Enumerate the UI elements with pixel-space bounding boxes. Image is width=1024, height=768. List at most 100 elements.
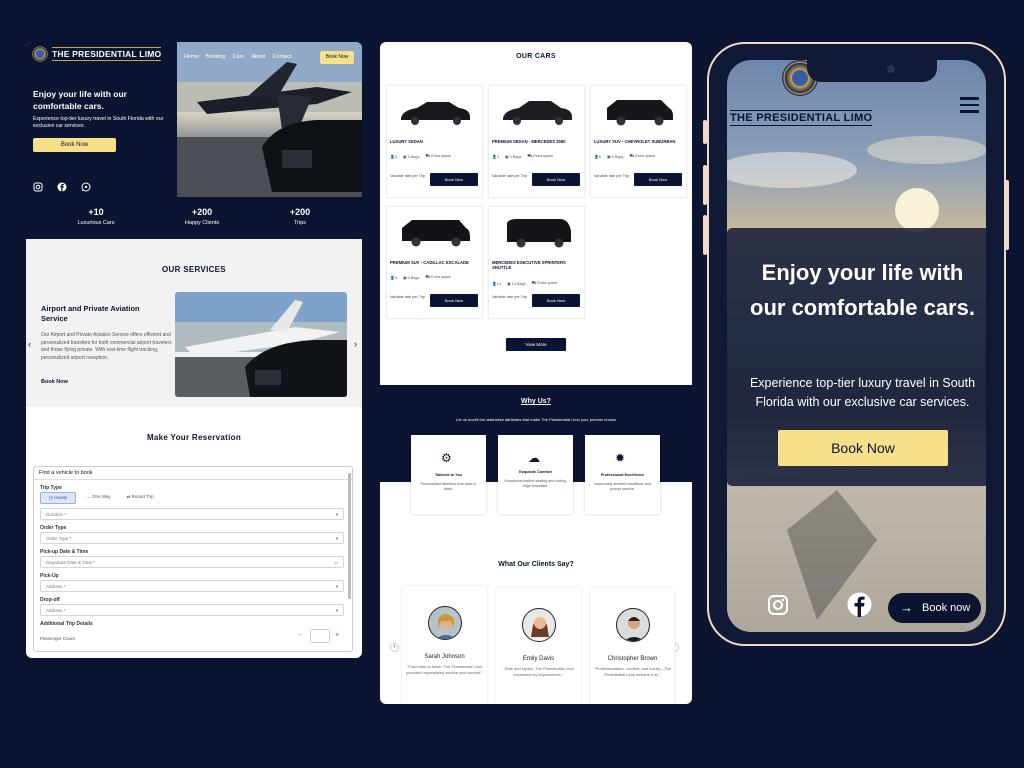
car-name: PREMIUM SEDAN - MERCEDES 2580	[492, 139, 566, 144]
pickup-datetime-input[interactable]: Departure Date & Time * ▭	[40, 556, 344, 568]
arrow-right-icon: →	[900, 600, 913, 615]
order-type-select[interactable]: Order Type * ▾	[40, 532, 344, 544]
testimonial-quote: "From start to finish, The Presidential …	[406, 664, 483, 675]
nav-about[interactable]: About	[251, 54, 265, 60]
sedan-image	[503, 101, 572, 125]
rate-text: Variable rate per Trip	[492, 174, 528, 178]
book-now-button[interactable]: Book Now	[634, 173, 682, 186]
dropoff-address-select[interactable]: Address * ▾	[40, 604, 344, 616]
car-specs: 👤6 ▣ 6 Bags ⛟ Extra space	[390, 275, 482, 280]
gear-icon: ⚙	[441, 451, 452, 465]
passengers-icon: 👤6	[594, 155, 601, 159]
desktop-homepage-panel: THE PRESIDENTIAL LIMO Home Booking Cars …	[26, 42, 362, 658]
increment-button[interactable]: +	[335, 632, 339, 639]
passenger-count-input[interactable]	[310, 629, 330, 643]
book-now-button[interactable]: Book Now	[532, 173, 580, 186]
space-icon: ⛟ Extra space	[425, 154, 452, 158]
stat-label: Luxurious Cars	[77, 220, 115, 226]
passenger-count: 3	[394, 155, 397, 159]
reservation-title: Make Your Reservation	[146, 433, 242, 442]
stat-number: +200	[191, 207, 213, 217]
duration-select[interactable]: Duration * ▾	[40, 508, 344, 520]
car-card[interactable]: PREMIUM SUV - CADILLAC ESCALADE 👤6 ▣ 6 Ba…	[386, 206, 483, 319]
calendar-icon: ▭	[333, 559, 338, 565]
clients-title: What Our Clients Say?	[498, 561, 574, 568]
services-next-arrow[interactable]: ›	[354, 339, 357, 349]
dropoff-label: Drop-off	[40, 597, 60, 603]
tab-round-trip[interactable]: ⇄ Round Trip	[121, 492, 160, 504]
car-card[interactable]: LUXURY SUV - CHEVROLET SUBURBAN 👤6 ▣ 6 Ba…	[590, 85, 687, 198]
nav-booking[interactable]: Booking	[206, 54, 226, 60]
car-specs: 👤6 ▣ 6 Bags ⛟ Extra space	[594, 154, 686, 159]
form-scrollbar[interactable]	[348, 473, 351, 599]
facebook-icon[interactable]	[847, 592, 872, 617]
service-book-now-link[interactable]: Book Now	[41, 379, 68, 385]
avatar	[522, 608, 556, 642]
tab-label: Round Trip	[131, 494, 154, 499]
select-placeholder: Address *	[46, 583, 66, 589]
instagram-icon[interactable]	[767, 594, 789, 616]
hero-book-now-button[interactable]: Book Now	[33, 138, 116, 152]
chevron-down-icon: ▾	[335, 607, 338, 613]
tab-one-way[interactable]: → One Way	[80, 492, 116, 504]
testimonials-prev-arrow[interactable]: ‹	[390, 643, 399, 652]
car-card[interactable]: LUXURY SEDAN 👤3 ▣ 3 Bags ⛟ Extra space Var…	[386, 85, 483, 198]
pickup-address-select[interactable]: Address * ▾	[40, 580, 344, 592]
seal-icon	[32, 46, 48, 62]
tab-hourly[interactable]: ◷ Hourly	[40, 492, 77, 504]
testimonial-quote: "Safe and stylish, The Presidential Limo…	[503, 666, 574, 677]
space-icon: ⛟ Extra space	[425, 275, 452, 279]
car-card[interactable]: PREMIUM SEDAN - MERCEDES 2580 👤3 ▣ 3 Bags…	[488, 85, 585, 198]
decrement-button[interactable]: −	[298, 632, 302, 639]
trip-type-label: Trip Type	[40, 485, 62, 491]
pickup-datetime-label: Pick-up Date & Time	[40, 549, 89, 555]
select-placeholder: Duration *	[46, 511, 67, 517]
car-name: PREMIUM SUV - CADILLAC ESCALADE	[390, 260, 469, 265]
view-more-button[interactable]: View More	[506, 338, 566, 351]
why-card-description: Sumptuous leather seating and cutting-ed…	[504, 479, 567, 488]
trip-type-tabs: ◷ Hourly → One Way ⇄ Round Trip	[40, 492, 160, 504]
logo[interactable]: THE PRESIDENTIAL LIMO	[32, 46, 162, 62]
whatsapp-icon[interactable]	[81, 182, 91, 192]
services-prev-arrow[interactable]: ‹	[28, 339, 31, 349]
mobile-book-now-button[interactable]: Book Now	[778, 430, 948, 466]
car-card[interactable]: MERCEDES EXECUTIVE SPRINTERS SHUTTLE 👤14…	[488, 206, 585, 319]
hamburger-menu-icon[interactable]	[960, 97, 979, 113]
chevron-down-icon: ▾	[335, 535, 338, 541]
pickup-label: Pick-Up	[40, 573, 59, 579]
nav-cars[interactable]: Cars	[233, 54, 245, 60]
passenger-count-label: Passenger Count	[40, 636, 75, 641]
testimonial-quote: "Professionalism, comfort, and luxury—Th…	[594, 666, 671, 677]
tab-label: One Way	[91, 494, 111, 499]
facebook-icon[interactable]	[57, 182, 67, 192]
mobile-phone-mockup: THE PRESIDENTIAL LIMO Enjoy your life wi…	[707, 42, 1006, 646]
sedan-image	[401, 102, 470, 125]
rate-text: Variable rate per Trip	[390, 174, 426, 178]
testimonial-card: Emily Davis "Safe and stylish, The Presi…	[496, 588, 581, 704]
passengers-icon: 👤14	[492, 282, 501, 286]
avatar	[428, 606, 462, 640]
car-specs: 👤3 ▣ 3 Bags ⛟ Extra space	[390, 154, 482, 159]
nav-book-now-button[interactable]: Book Now	[320, 51, 354, 64]
mobile-bottom-book-now-button[interactable]: → Book now	[888, 593, 981, 623]
extra-space: Extra space	[635, 154, 656, 158]
nav-home[interactable]: Home	[184, 54, 199, 60]
instagram-icon[interactable]	[33, 182, 43, 192]
bag-count: 6 Bags	[407, 276, 420, 280]
space-icon: ⛟ Extra space	[629, 154, 656, 158]
nav-contact[interactable]: Contact	[273, 54, 292, 60]
rate-text: Variable rate per Trip	[390, 295, 426, 299]
van-image	[507, 219, 571, 248]
avatar	[616, 608, 650, 642]
service-description: Our Airport and Private Aviation Service…	[41, 332, 172, 361]
additional-details-label: Additional Trip Details	[40, 621, 93, 627]
book-now-button[interactable]: Book Now	[430, 173, 478, 186]
why-card-comfort: ☁ Exquisite Comfort Sumptuous leather se…	[498, 435, 573, 514]
suv-image	[402, 220, 470, 247]
bag-count: 3 Bags	[407, 155, 420, 159]
book-now-button[interactable]: Book Now	[430, 294, 478, 307]
book-now-button[interactable]: Book Now	[532, 294, 580, 307]
bag-count: 14 Bags	[511, 282, 526, 286]
why-card-title: Professional Excellence	[600, 473, 645, 477]
car-specs: 👤3 ▣ 3 Bags ⛟ Extra space	[492, 154, 584, 159]
